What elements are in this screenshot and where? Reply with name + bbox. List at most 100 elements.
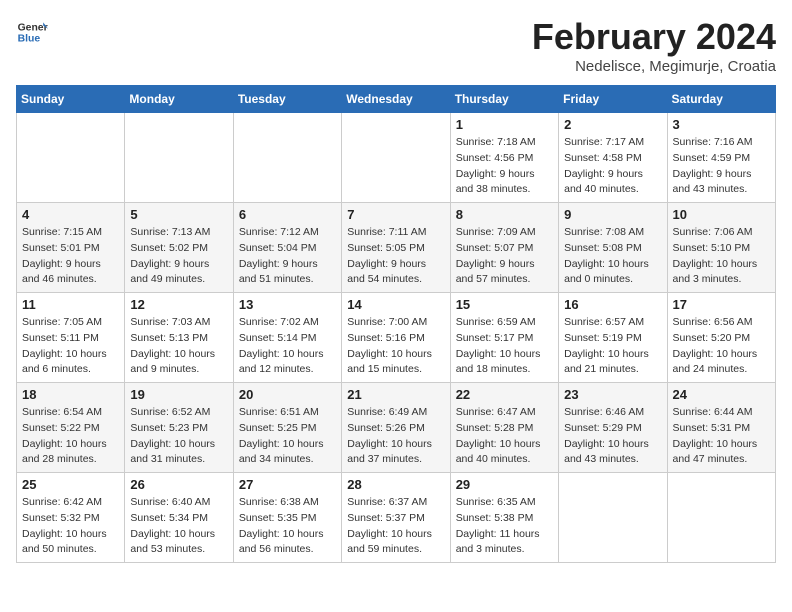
day-number: 2 (564, 117, 661, 132)
calendar-week-row: 18 Sunrise: 6:54 AMSunset: 5:22 PMDayligh… (17, 383, 776, 473)
weekday-header-row: SundayMondayTuesdayWednesdayThursdayFrid… (17, 86, 776, 113)
day-number: 9 (564, 207, 661, 222)
title-area: February 2024 Nedelisce, Megimurje, Croa… (532, 16, 776, 75)
day-info: Sunrise: 6:40 AMSunset: 5:34 PMDaylight:… (130, 495, 227, 558)
calendar-cell: 24 Sunrise: 6:44 AMSunset: 5:31 PMDayligh… (667, 383, 775, 473)
calendar-cell: 25Sunrise: 6:42 AMSunset: 5:32 PMDayligh… (17, 473, 125, 563)
day-number: 13 (239, 297, 336, 312)
day-info: Sunrise: 6:59 AMSunset: 5:17 PMDaylight:… (456, 315, 553, 378)
calendar-cell: 4Sunrise: 7:15 AMSunset: 5:01 PMDaylight… (17, 203, 125, 293)
day-info: Sunrise: 7:06 AMSunset: 5:10 PMDaylight:… (673, 225, 770, 288)
calendar-week-row: 11 Sunrise: 7:05 AMSunset: 5:11 PMDayligh… (17, 293, 776, 383)
calendar: SundayMondayTuesdayWednesdayThursdayFrid… (16, 85, 776, 563)
day-info: Sunrise: 7:12 AMSunset: 5:04 PMDaylight:… (239, 225, 336, 288)
calendar-cell: 7 Sunrise: 7:11 AMSunset: 5:05 PMDaylight… (342, 203, 450, 293)
day-info: Sunrise: 7:03 AMSunset: 5:13 PMDaylight:… (130, 315, 227, 378)
day-info: Sunrise: 6:47 AMSunset: 5:28 PMDaylight:… (456, 405, 553, 468)
day-number: 4 (22, 207, 119, 222)
svg-text:Blue: Blue (18, 34, 41, 45)
day-number: 24 (673, 387, 770, 402)
calendar-cell: 16 Sunrise: 6:57 AMSunset: 5:19 PMDayligh… (559, 293, 667, 383)
day-number: 20 (239, 387, 336, 402)
calendar-cell (559, 473, 667, 563)
calendar-cell: 27 Sunrise: 6:38 AMSunset: 5:35 PMDayligh… (233, 473, 341, 563)
day-number: 5 (130, 207, 227, 222)
day-info: Sunrise: 6:49 AMSunset: 5:26 PMDaylight:… (347, 405, 444, 468)
calendar-cell: 22 Sunrise: 6:47 AMSunset: 5:28 PMDayligh… (450, 383, 558, 473)
day-number: 22 (456, 387, 553, 402)
day-number: 23 (564, 387, 661, 402)
weekday-header: Sunday (17, 86, 125, 113)
day-number: 29 (456, 477, 553, 492)
calendar-cell: 18 Sunrise: 6:54 AMSunset: 5:22 PMDayligh… (17, 383, 125, 473)
weekday-header: Tuesday (233, 86, 341, 113)
calendar-cell (667, 473, 775, 563)
calendar-cell (342, 113, 450, 203)
calendar-cell: 6 Sunrise: 7:12 AMSunset: 5:04 PMDaylight… (233, 203, 341, 293)
day-info: Sunrise: 6:57 AMSunset: 5:19 PMDaylight:… (564, 315, 661, 378)
day-info: Sunrise: 7:11 AMSunset: 5:05 PMDaylight:… (347, 225, 444, 288)
calendar-cell: 14Sunrise: 7:00 AMSunset: 5:16 PMDayligh… (342, 293, 450, 383)
calendar-cell (125, 113, 233, 203)
day-number: 11 (22, 297, 119, 312)
weekday-header: Thursday (450, 86, 558, 113)
day-info: Sunrise: 7:02 AMSunset: 5:14 PMDaylight:… (239, 315, 336, 378)
calendar-cell: 13 Sunrise: 7:02 AMSunset: 5:14 PMDayligh… (233, 293, 341, 383)
header: General Blue February 2024 Nedelisce, Me… (16, 16, 776, 75)
day-info: Sunrise: 6:52 AMSunset: 5:23 PMDaylight:… (130, 405, 227, 468)
day-info: Sunrise: 7:16 AMSunset: 4:59 PMDaylight:… (673, 135, 770, 198)
calendar-cell: 15 Sunrise: 6:59 AMSunset: 5:17 PMDayligh… (450, 293, 558, 383)
calendar-cell: 21 Sunrise: 6:49 AMSunset: 5:26 PMDayligh… (342, 383, 450, 473)
calendar-week-row: 25Sunrise: 6:42 AMSunset: 5:32 PMDayligh… (17, 473, 776, 563)
day-info: Sunrise: 6:51 AMSunset: 5:25 PMDaylight:… (239, 405, 336, 468)
calendar-cell: 12 Sunrise: 7:03 AMSunset: 5:13 PMDayligh… (125, 293, 233, 383)
calendar-week-row: 1Sunrise: 7:18 AMSunset: 4:56 PMDaylight… (17, 113, 776, 203)
calendar-cell: 17Sunrise: 6:56 AMSunset: 5:20 PMDayligh… (667, 293, 775, 383)
calendar-cell: 2 Sunrise: 7:17 AMSunset: 4:58 PMDaylight… (559, 113, 667, 203)
calendar-cell: 26 Sunrise: 6:40 AMSunset: 5:34 PMDayligh… (125, 473, 233, 563)
calendar-body: 1Sunrise: 7:18 AMSunset: 4:56 PMDaylight… (17, 113, 776, 563)
calendar-cell (233, 113, 341, 203)
day-number: 10 (673, 207, 770, 222)
calendar-cell: 9 Sunrise: 7:08 AMSunset: 5:08 PMDaylight… (559, 203, 667, 293)
calendar-cell: 5 Sunrise: 7:13 AMSunset: 5:02 PMDaylight… (125, 203, 233, 293)
weekday-header: Friday (559, 86, 667, 113)
day-info: Sunrise: 6:46 AMSunset: 5:29 PMDaylight:… (564, 405, 661, 468)
day-number: 18 (22, 387, 119, 402)
calendar-cell: 20 Sunrise: 6:51 AMSunset: 5:25 PMDayligh… (233, 383, 341, 473)
day-info: Sunrise: 6:54 AMSunset: 5:22 PMDaylight:… (22, 405, 119, 468)
day-info: Sunrise: 6:38 AMSunset: 5:35 PMDaylight:… (239, 495, 336, 558)
calendar-cell (17, 113, 125, 203)
calendar-cell: 3 Sunrise: 7:16 AMSunset: 4:59 PMDaylight… (667, 113, 775, 203)
day-number: 19 (130, 387, 227, 402)
logo: General Blue (16, 16, 48, 48)
day-number: 26 (130, 477, 227, 492)
day-number: 21 (347, 387, 444, 402)
day-number: 6 (239, 207, 336, 222)
weekday-header: Monday (125, 86, 233, 113)
day-number: 12 (130, 297, 227, 312)
calendar-cell: 8Sunrise: 7:09 AMSunset: 5:07 PMDaylight… (450, 203, 558, 293)
day-number: 16 (564, 297, 661, 312)
day-number: 15 (456, 297, 553, 312)
calendar-cell: 28Sunrise: 6:37 AMSunset: 5:37 PMDayligh… (342, 473, 450, 563)
calendar-week-row: 4Sunrise: 7:15 AMSunset: 5:01 PMDaylight… (17, 203, 776, 293)
day-number: 27 (239, 477, 336, 492)
day-info: Sunrise: 7:05 AMSunset: 5:11 PMDaylight:… (22, 315, 119, 378)
day-info: Sunrise: 7:18 AMSunset: 4:56 PMDaylight:… (456, 135, 553, 198)
logo-icon: General Blue (16, 16, 48, 48)
day-number: 28 (347, 477, 444, 492)
day-info: Sunrise: 7:17 AMSunset: 4:58 PMDaylight:… (564, 135, 661, 198)
day-info: Sunrise: 7:00 AMSunset: 5:16 PMDaylight:… (347, 315, 444, 378)
month-title: February 2024 (532, 16, 776, 58)
weekday-header: Saturday (667, 86, 775, 113)
day-info: Sunrise: 7:13 AMSunset: 5:02 PMDaylight:… (130, 225, 227, 288)
day-info: Sunrise: 7:08 AMSunset: 5:08 PMDaylight:… (564, 225, 661, 288)
subtitle: Nedelisce, Megimurje, Croatia (532, 58, 776, 75)
calendar-cell: 23 Sunrise: 6:46 AMSunset: 5:29 PMDayligh… (559, 383, 667, 473)
day-number: 3 (673, 117, 770, 132)
day-info: Sunrise: 7:09 AMSunset: 5:07 PMDaylight:… (456, 225, 553, 288)
day-info: Sunrise: 6:56 AMSunset: 5:20 PMDaylight:… (673, 315, 770, 378)
day-info: Sunrise: 6:44 AMSunset: 5:31 PMDaylight:… (673, 405, 770, 468)
day-number: 7 (347, 207, 444, 222)
